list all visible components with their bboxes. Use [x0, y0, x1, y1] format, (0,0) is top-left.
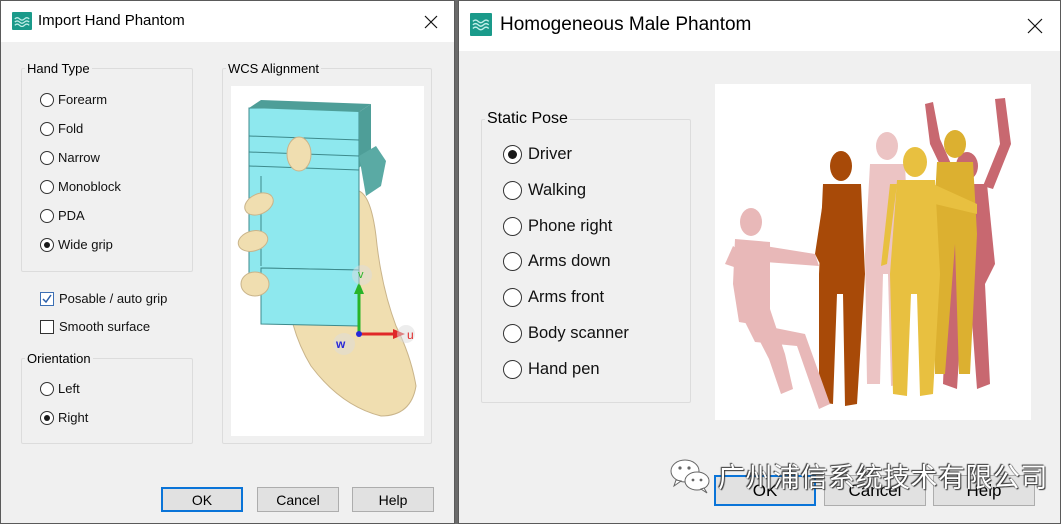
hand-type-radio-monoblock[interactable]: Monoblock	[40, 179, 121, 194]
checkbox-label: Posable / auto grip	[59, 291, 168, 306]
radio-unselected-icon	[40, 150, 54, 165]
u-axis-label: u	[407, 328, 414, 342]
radio-unselected-icon	[40, 208, 54, 223]
hand-type-radio-narrow[interactable]: Narrow	[40, 150, 100, 165]
radio-label: Body scanner	[528, 324, 629, 342]
radio-label: Hand pen	[528, 359, 600, 378]
title-bar: Import Hand Phantom	[1, 1, 454, 42]
phantom-driver	[725, 208, 830, 409]
pose-radio-arms-down[interactable]: Arms down	[503, 252, 611, 272]
radio-unselected-icon	[503, 252, 522, 272]
close-x-icon	[424, 15, 438, 29]
import-hand-phantom-dialog: Import Hand Phantom Hand Type Forearm Fol…	[0, 0, 455, 524]
radio-label: Left	[58, 381, 80, 396]
pose-radio-body-scanner[interactable]: Body scanner	[503, 324, 629, 343]
pose-radio-arms-front[interactable]: Arms front	[503, 288, 605, 308]
radio-unselected-icon	[40, 381, 54, 396]
orientation-group: Orientation	[21, 351, 193, 444]
radio-unselected-icon	[503, 180, 522, 200]
device-bottom	[260, 267, 360, 327]
radio-label: Driver	[528, 145, 572, 163]
finger	[240, 271, 270, 297]
radio-selected-icon	[40, 410, 54, 425]
phantom-preview	[715, 84, 1031, 420]
v-axis-label: v	[358, 269, 364, 281]
ok-button[interactable]: OK	[161, 487, 243, 512]
hand-type-radio-fold[interactable]: Fold	[40, 121, 83, 136]
radio-label: Arms front	[528, 288, 605, 307]
radio-selected-icon	[40, 237, 54, 252]
radio-unselected-icon	[503, 216, 522, 236]
wcs-alignment-viewport[interactable]: v u w	[231, 86, 424, 436]
posable-auto-grip-checkbox[interactable]: Posable / auto grip	[40, 291, 167, 306]
cancel-button[interactable]: Cancel	[257, 487, 339, 512]
hand-type-radio-wide-grip[interactable]: Wide grip	[40, 237, 113, 252]
hand-type-radio-forearm[interactable]: Forearm	[40, 92, 107, 107]
hand-phantom-render: v u w	[237, 100, 417, 417]
radio-label: Monoblock	[58, 179, 121, 194]
close-x-icon	[1027, 18, 1043, 34]
radio-label: Narrow	[58, 150, 100, 165]
hand-type-radio-pda[interactable]: PDA	[40, 208, 85, 223]
close-button[interactable]	[416, 7, 446, 37]
radio-label: Phone right	[528, 216, 613, 235]
cancel-button[interactable]: Cancel	[824, 475, 926, 506]
radio-selected-icon	[503, 145, 522, 164]
smooth-surface-checkbox[interactable]: Smooth surface	[40, 319, 150, 334]
orientation-label: Orientation	[27, 351, 91, 366]
help-button[interactable]: Help	[933, 475, 1035, 506]
radio-label: PDA	[58, 208, 85, 223]
checkbox-label: Smooth surface	[59, 319, 151, 334]
help-button[interactable]: Help	[352, 487, 434, 512]
phantom-walking	[815, 151, 865, 406]
radio-label: Walking	[528, 180, 587, 199]
wcs-alignment-label: WCS Alignment	[228, 61, 320, 76]
radio-label: Fold	[58, 121, 84, 136]
waves-app-icon	[12, 12, 32, 30]
radio-label: Wide grip	[58, 237, 113, 252]
radio-unselected-icon	[40, 121, 54, 136]
radio-label: Arms down	[528, 252, 611, 271]
pose-radio-phone-right[interactable]: Phone right	[503, 216, 613, 236]
w-axis-label: w	[335, 337, 346, 351]
finger-top	[286, 136, 312, 172]
phantom-poses-render	[725, 98, 1011, 409]
homogeneous-male-phantom-dialog: Homogeneous Male Phantom Static Pose Dri…	[458, 0, 1061, 524]
radio-unselected-icon	[40, 179, 54, 194]
ok-button[interactable]: OK	[714, 475, 816, 506]
pose-radio-driver[interactable]: Driver	[503, 145, 572, 164]
hand-type-label: Hand Type	[27, 61, 90, 76]
pose-radio-hand-pen[interactable]: Hand pen	[503, 359, 600, 379]
radio-unselected-icon	[503, 359, 522, 379]
device-body	[248, 107, 360, 277]
pose-radio-walking[interactable]: Walking	[503, 180, 587, 200]
close-button[interactable]	[1020, 11, 1050, 41]
static-pose-label: Static Pose	[487, 110, 568, 127]
title-bar: Homogeneous Male Phantom	[459, 1, 1060, 51]
dialog-title: Homogeneous Male Phantom	[500, 14, 752, 35]
orientation-radio-right[interactable]: Right	[40, 410, 88, 425]
radio-label: Right	[58, 410, 89, 425]
checkbox-checked-icon	[40, 291, 54, 306]
w-axis-origin	[356, 331, 362, 337]
orientation-radio-left[interactable]: Left	[40, 381, 80, 396]
checkbox-unchecked-icon	[40, 319, 54, 334]
radio-label: Forearm	[58, 92, 108, 107]
radio-unselected-icon	[503, 324, 522, 343]
radio-unselected-icon	[503, 288, 522, 308]
waves-app-icon	[470, 13, 492, 36]
dialog-title: Import Hand Phantom	[38, 12, 185, 29]
radio-unselected-icon	[40, 92, 54, 107]
